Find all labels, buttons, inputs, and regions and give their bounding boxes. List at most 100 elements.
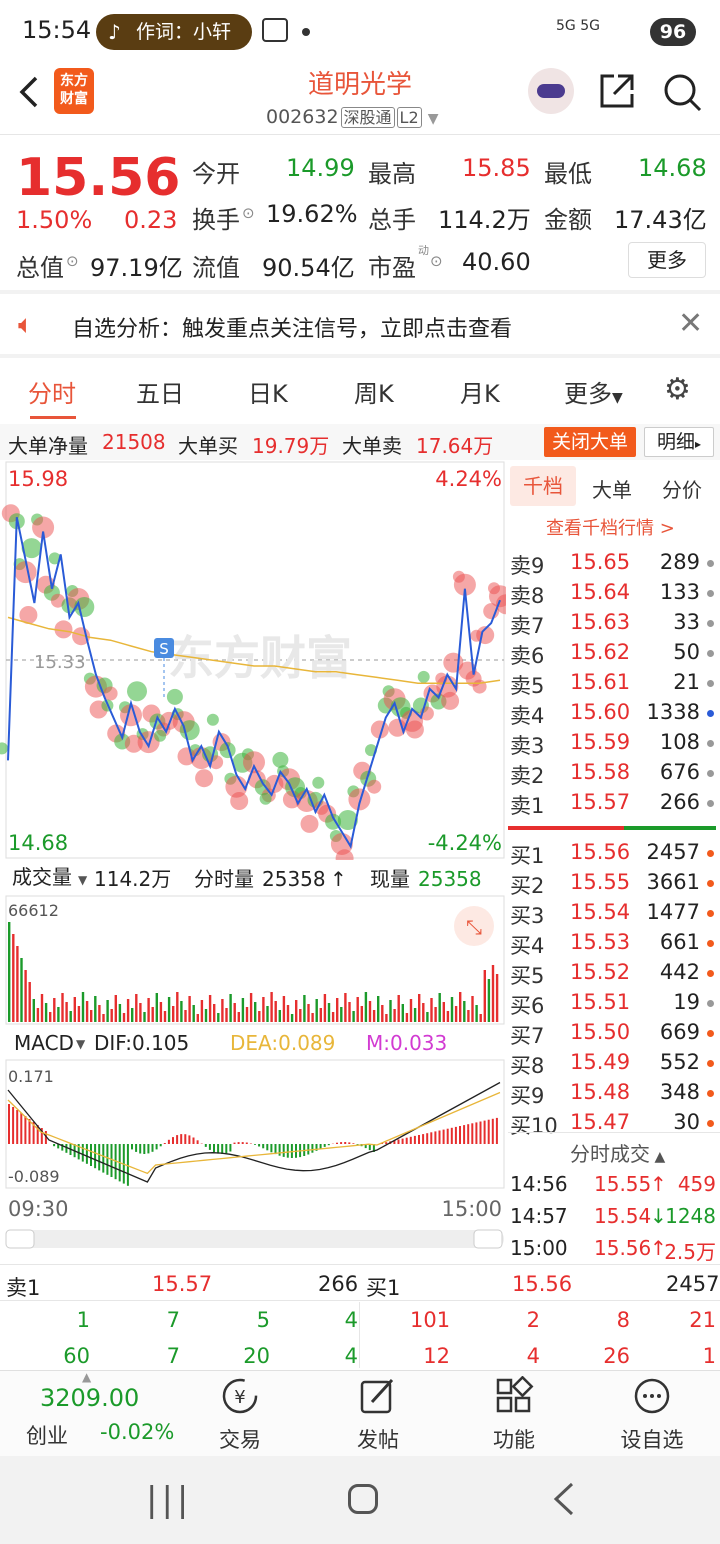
bid-row[interactable]: 买6 15.51 19 — [508, 990, 720, 1020]
open-label: 今开 — [192, 160, 240, 188]
bid-label: 买2 — [510, 874, 545, 898]
stock-code-row[interactable]: 002632 深股通 L2 ▼ — [266, 104, 438, 128]
trade-icon[interactable]: ¥ — [220, 1376, 260, 1416]
bid-row[interactable]: 买2 15.55 3661 — [508, 870, 720, 900]
tab-price-dist[interactable]: 分价 — [662, 474, 702, 503]
volume-bar — [16, 946, 19, 1022]
order-bubble — [441, 691, 460, 710]
intraday-chart[interactable]: 15.33 东方财富 S 15.98 4.24% 14.68 -4.24% 成交… — [0, 460, 506, 1260]
volume-bar — [73, 997, 76, 1022]
tab-large[interactable]: 大单 — [592, 474, 632, 503]
ask-label: 卖3 — [510, 734, 545, 758]
ask-row[interactable]: 卖7 15.63 33 — [508, 610, 720, 640]
music-pill[interactable]: ♪ 作词：小轩 — [96, 14, 252, 50]
volume-bar — [491, 965, 495, 1022]
macd-bar — [495, 1117, 498, 1144]
turnover-value: 19.62% — [266, 200, 358, 228]
assistant-robot-icon[interactable] — [528, 68, 574, 114]
tab-daily-k[interactable]: 日K — [248, 374, 288, 409]
macd-bar — [163, 1143, 166, 1144]
bid-dot — [707, 850, 714, 857]
ask-row[interactable]: 卖2 15.58 676 — [508, 760, 720, 790]
volume-bar — [28, 982, 31, 1022]
volume-bar — [188, 996, 191, 1022]
strip-buy-vol: 2457 — [666, 1272, 720, 1296]
tab-depth[interactable]: 千档 — [510, 466, 576, 506]
tab-5day[interactable]: 五日 — [136, 374, 184, 409]
macd-bar — [434, 1131, 437, 1144]
volume-bar — [65, 1002, 68, 1022]
bid-price: 15.51 — [570, 990, 631, 1014]
bid-volume: 19 — [673, 990, 700, 1014]
bid-row[interactable]: 买9 15.48 348 — [508, 1080, 720, 1110]
bid-row[interactable]: 买7 15.50 669 — [508, 1020, 720, 1050]
ask-row[interactable]: 卖8 15.64 133 — [508, 580, 720, 610]
bid-volume: 30 — [673, 1110, 700, 1134]
bid-row[interactable]: 买5 15.52 442 — [508, 960, 720, 990]
volume-bar — [295, 1000, 298, 1022]
macd-bar — [413, 1135, 416, 1144]
volume-bar — [418, 994, 421, 1022]
current-price: 15.56 — [16, 148, 181, 208]
volume-dropdown: 成交量 — [12, 865, 72, 889]
ask-row[interactable]: 卖3 15.59 108 — [508, 730, 720, 760]
order-bubble — [230, 792, 249, 810]
bid-label: 买8 — [510, 1054, 545, 1078]
macd-bar — [204, 1144, 207, 1147]
volume-bar — [77, 1006, 81, 1022]
bid-row[interactable]: 买3 15.54 1477 — [508, 900, 720, 930]
more-button[interactable]: 更多 — [628, 242, 706, 278]
tab-more[interactable]: 更多▼ — [564, 374, 623, 409]
info-icon[interactable]: ⊙ — [430, 252, 443, 270]
ask-row[interactable]: 卖6 15.62 50 — [508, 640, 720, 670]
bid-row[interactable]: 买1 15.56 2457 — [508, 840, 720, 870]
more-dots-icon[interactable] — [632, 1376, 672, 1416]
search-icon[interactable] — [662, 72, 702, 112]
bid-row[interactable]: 买8 15.49 552 — [508, 1050, 720, 1080]
close-large-orders-button[interactable]: 关闭大单 — [544, 427, 636, 457]
detail-button[interactable]: 明细▸ — [644, 427, 714, 457]
macd-bar — [278, 1144, 281, 1156]
trade-volume: 459 — [677, 1172, 716, 1196]
queue-cell: 12 — [423, 1344, 450, 1368]
ask-row[interactable]: 卖9 15.65 289 — [508, 550, 720, 580]
home-icon[interactable] — [348, 1484, 378, 1514]
nav-trade[interactable]: 交易 — [190, 1424, 290, 1454]
recent-apps-icon[interactable]: ||| — [146, 1480, 192, 1520]
bid-row[interactable]: 买4 15.53 661 — [508, 930, 720, 960]
back-icon[interactable] — [552, 1482, 576, 1516]
volume-bar — [454, 1006, 458, 1022]
nav-functions[interactable]: 功能 — [464, 1424, 564, 1454]
volume-bar — [90, 1010, 93, 1022]
info-icon[interactable]: ⊙ — [242, 204, 255, 222]
macd-bar — [340, 1142, 343, 1144]
svg-text:¥: ¥ — [234, 1387, 245, 1408]
music-note-icon: ♪ — [108, 20, 121, 44]
edit-post-icon[interactable] — [358, 1376, 398, 1416]
tab-monthly-k[interactable]: 月K — [460, 374, 500, 409]
volume-bar — [467, 1010, 470, 1022]
volume-total: 114.2万 — [94, 867, 171, 891]
tab-intraday[interactable]: 分时 — [28, 374, 76, 409]
view-depth-link[interactable]: 查看千档行情 > — [546, 514, 675, 540]
grid-icon[interactable] — [494, 1376, 534, 1416]
ask-row[interactable]: 卖4 15.60 1338 — [508, 700, 720, 730]
index-change: -0.02% — [100, 1420, 175, 1444]
ask-row[interactable]: 卖1 15.57 266 — [508, 790, 720, 820]
nav-add-watchlist[interactable]: 设自选 — [602, 1424, 702, 1454]
gear-icon[interactable]: ⚙︎ — [664, 372, 691, 407]
volume-bar — [135, 994, 138, 1022]
nav-post[interactable]: 发帖 — [328, 1424, 428, 1454]
close-icon[interactable]: ✕ — [678, 306, 703, 341]
volume-bar — [471, 996, 474, 1022]
volume-bar — [327, 1003, 331, 1022]
info-icon[interactable]: ⊙ — [66, 252, 79, 270]
notice-text[interactable]: 自选分析：触发重点关注信号，立即点击查看 — [72, 311, 512, 343]
trades-header[interactable]: 分时成交 ▲ — [570, 1138, 665, 1167]
ask-row[interactable]: 卖5 15.61 21 — [508, 670, 720, 700]
order-bubble — [74, 597, 95, 617]
index-value[interactable]: 3209.00 — [40, 1384, 139, 1412]
bid-row[interactable]: 买10 15.47 30 — [508, 1110, 720, 1140]
share-icon[interactable] — [598, 72, 636, 110]
tab-weekly-k[interactable]: 周K — [354, 374, 394, 409]
